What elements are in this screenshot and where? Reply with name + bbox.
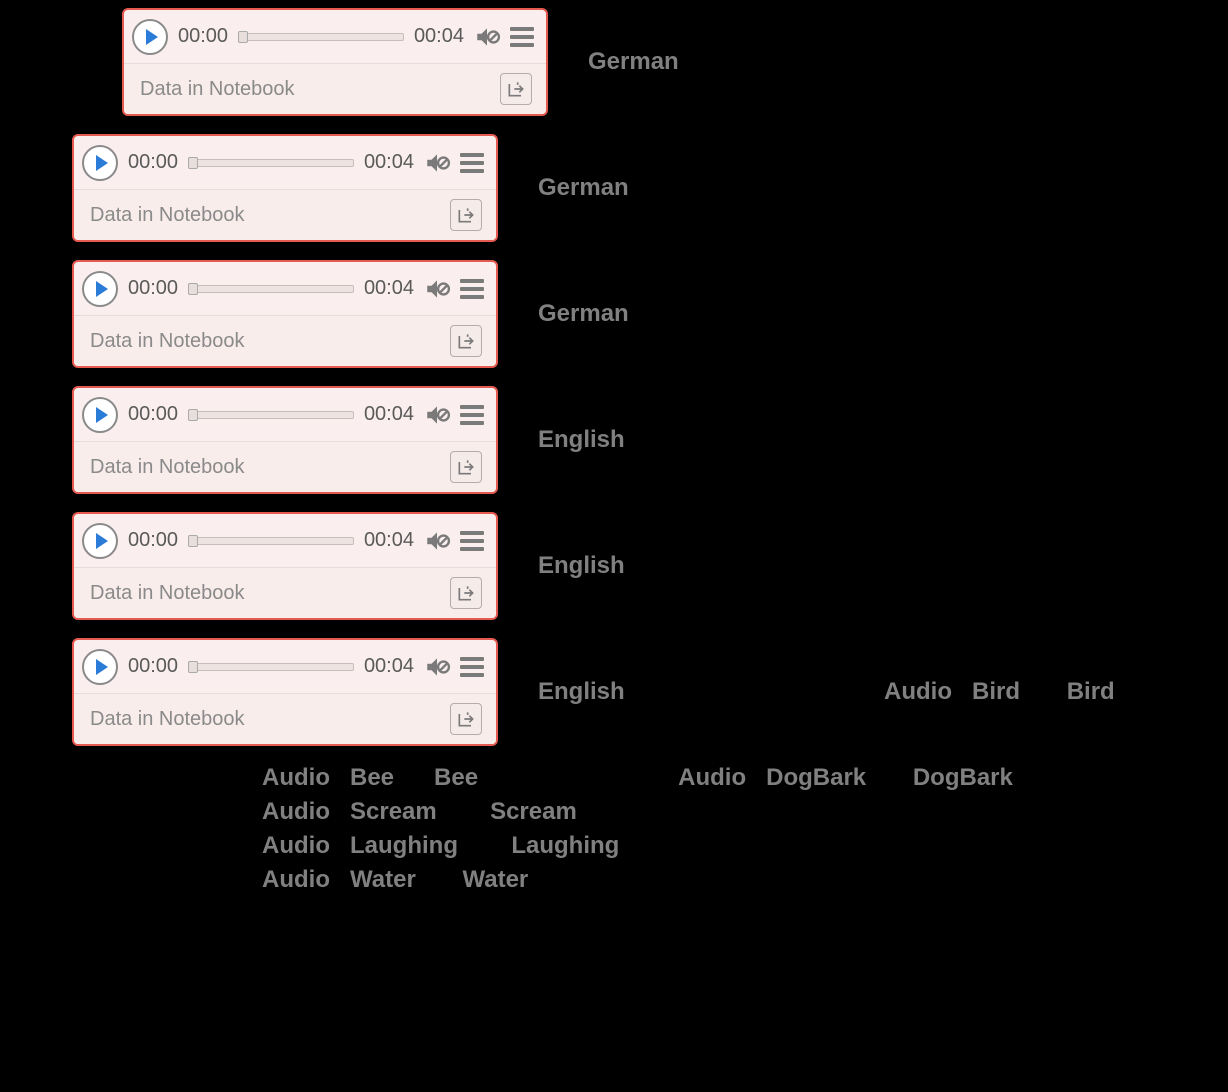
output-row: 00:00 00:04 Data in Notebook German [72,260,1228,368]
play-icon [96,281,108,297]
output-row: 00:00 00:04 Data in Notebook English Aud… [72,638,1228,746]
audio-player-cell: 00:00 00:04 Data in Notebook [72,386,498,494]
audio-player-cell: 00:00 00:04 Data in Notebook [72,512,498,620]
mute-icon[interactable] [424,402,450,428]
export-button[interactable] [500,73,532,105]
audio-source-row: Data in Notebook [74,316,496,366]
export-button[interactable] [450,199,482,231]
play-button[interactable] [82,397,118,433]
audio-source-row: Data in Notebook [74,190,496,240]
audio-controls-row: 00:00 00:04 [74,388,496,442]
audio-player-cell: 00:00 00:04 Data in Notebook [72,260,498,368]
current-time: 00:00 [128,277,178,300]
row-label: English [538,678,625,706]
data-source-label: Data in Notebook [90,708,245,731]
seek-bar[interactable] [188,535,354,547]
output-row: 00:00 00:04 Data in Notebook English [72,386,1228,494]
seek-thumb[interactable] [188,535,198,547]
audio-source-row: Data in Notebook [74,442,496,492]
audio-player-cell: 00:00 00:04 Data in Notebook [72,638,498,746]
hamburger-menu-icon[interactable] [460,153,484,173]
play-icon [96,533,108,549]
mute-icon[interactable] [424,528,450,554]
hamburger-menu-icon[interactable] [460,531,484,551]
seek-thumb[interactable] [188,661,198,673]
audio-controls-row: 00:00 00:04 [74,640,496,694]
output-row: 00:00 00:04 Data in Notebook German [72,134,1228,242]
seek-bar[interactable] [188,157,354,169]
current-time: 00:00 [178,25,228,48]
mute-icon[interactable] [424,276,450,302]
export-button[interactable] [450,577,482,609]
duration-time: 00:04 [364,151,414,174]
data-source-label: Data in Notebook [90,204,245,227]
code-line: Audio Scream Scream [262,798,1228,826]
play-button[interactable] [82,523,118,559]
audio-source-row: Data in Notebook [74,568,496,618]
seek-thumb[interactable] [188,409,198,421]
hamburger-menu-icon[interactable] [460,657,484,677]
duration-time: 00:04 [364,403,414,426]
current-time: 00:00 [128,655,178,678]
row-label: English [538,426,625,454]
play-button[interactable] [132,19,168,55]
audio-source-row: Data in Notebook [124,64,546,114]
play-button[interactable] [82,649,118,685]
hamburger-menu-icon[interactable] [510,27,534,47]
notebook-output-area: 00:00 00:04 Data in Notebook German 00: [0,0,1228,1092]
data-source-label: Data in Notebook [90,582,245,605]
duration-time: 00:04 [414,25,464,48]
duration-time: 00:04 [364,529,414,552]
output-row: 00:00 00:04 Data in Notebook English [72,512,1228,620]
hamburger-menu-icon[interactable] [460,279,484,299]
hamburger-menu-icon[interactable] [460,405,484,425]
play-icon [96,155,108,171]
code-continuation: Audio Bee Bee Audio DogBark DogBark Audi… [262,764,1228,894]
audio-controls-row: 00:00 00:04 [124,10,546,64]
export-button[interactable] [450,325,482,357]
seek-thumb[interactable] [238,31,248,43]
seek-bar[interactable] [238,31,404,43]
play-button[interactable] [82,271,118,307]
export-button[interactable] [450,451,482,483]
audio-player-cell: 00:00 00:04 Data in Notebook [72,134,498,242]
current-time: 00:00 [128,529,178,552]
duration-time: 00:04 [364,655,414,678]
audio-source-row: Data in Notebook [74,694,496,744]
duration-time: 00:04 [364,277,414,300]
seek-bar[interactable] [188,283,354,295]
data-source-label: Data in Notebook [90,330,245,353]
audio-controls-row: 00:00 00:04 [74,262,496,316]
seek-thumb[interactable] [188,283,198,295]
row-label: German [538,174,629,202]
play-icon [96,407,108,423]
seek-bar[interactable] [188,409,354,421]
mute-icon[interactable] [424,150,450,176]
seek-bar[interactable] [188,661,354,673]
audio-controls-row: 00:00 00:04 [74,136,496,190]
play-icon [96,659,108,675]
audio-controls-row: 00:00 00:04 [74,514,496,568]
code-line: Audio Laughing Laughing [262,832,1228,860]
current-time: 00:00 [128,151,178,174]
audio-player-cell: 00:00 00:04 Data in Notebook [122,8,548,116]
row-label: German [538,300,629,328]
code-line: Audio Bee Bee Audio DogBark DogBark [262,764,1228,792]
audio-expression-entry: Audio Bird Bird [884,678,1115,706]
output-row: 00:00 00:04 Data in Notebook German [122,8,1228,116]
mute-icon[interactable] [424,654,450,680]
export-button[interactable] [450,703,482,735]
seek-thumb[interactable] [188,157,198,169]
current-time: 00:00 [128,403,178,426]
code-line: Audio Water Water [262,866,1228,894]
row-label: English [538,552,625,580]
play-button[interactable] [82,145,118,181]
data-source-label: Data in Notebook [140,78,295,101]
mute-icon[interactable] [474,24,500,50]
data-source-label: Data in Notebook [90,456,245,479]
row-label: German [588,48,679,76]
play-icon [146,29,158,45]
